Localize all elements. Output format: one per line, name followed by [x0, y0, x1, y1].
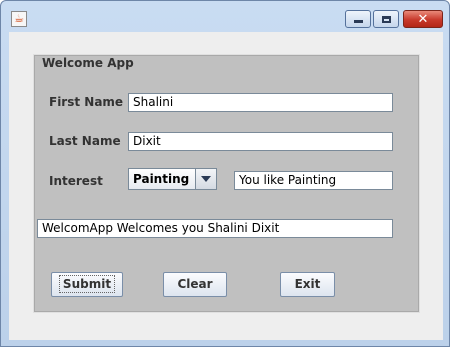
submit-button-label: Submit	[58, 275, 116, 293]
last-name-label: Last Name	[49, 134, 121, 148]
welcome-message-field[interactable]: WelcomApp Welcomes you Shalini Dixit	[37, 219, 393, 238]
window-content: Welcome App First Name Shalini Last Name…	[9, 32, 443, 340]
submit-button[interactable]: Submit	[51, 272, 123, 297]
chevron-down-icon	[201, 176, 211, 182]
close-icon: ✕	[417, 11, 429, 27]
exit-button[interactable]: Exit	[280, 272, 335, 297]
welcome-panel: Welcome App First Name Shalini Last Name…	[33, 54, 420, 313]
close-button[interactable]: ✕	[403, 10, 443, 28]
clear-button[interactable]: Clear	[163, 272, 227, 297]
java-cup-icon[interactable]: ☕	[11, 11, 27, 27]
last-name-field[interactable]: Dixit	[128, 132, 393, 151]
clear-button-label: Clear	[177, 277, 213, 291]
first-name-label: First Name	[49, 95, 124, 109]
first-name-field[interactable]: Shalini	[128, 93, 393, 112]
panel-title: Welcome App	[41, 56, 135, 70]
exit-button-label: Exit	[294, 277, 321, 291]
dropdown-arrow-button[interactable]	[195, 169, 216, 189]
interest-dropdown[interactable]: Painting	[128, 168, 217, 190]
application-window: ☕ ✕ Welcome App First Name Shalini Last …	[0, 0, 450, 347]
minimize-icon	[353, 20, 363, 23]
maximize-button[interactable]	[373, 10, 399, 28]
title-bar[interactable]: ☕ ✕	[1, 1, 449, 31]
interest-selected-value: Painting	[129, 169, 195, 189]
maximize-icon	[381, 15, 391, 23]
minimize-button[interactable]	[345, 10, 371, 28]
interest-label: Interest	[49, 174, 103, 188]
interest-message-field[interactable]: You like Painting	[234, 171, 393, 190]
